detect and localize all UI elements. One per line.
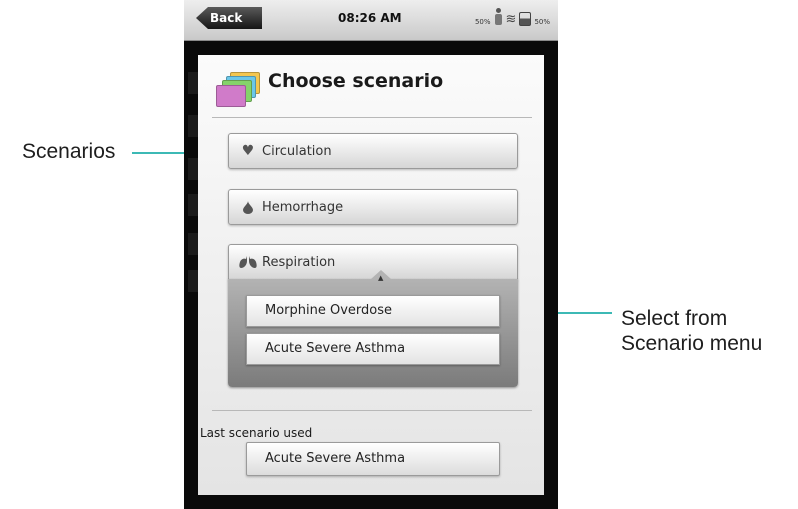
status-icons: 50% ≋ 50% (475, 8, 550, 26)
drop-icon (239, 200, 257, 214)
scenario-label: Respiration (262, 254, 336, 270)
scenario-label: Hemorrhage (262, 199, 344, 215)
submenu-item-acute-severe-asthma[interactable]: Acute Severe Asthma (246, 333, 500, 365)
last-scenario-button[interactable]: Acute Severe Asthma (246, 442, 500, 476)
dialog-title: Choose scenario (268, 70, 444, 92)
scenario-label: Circulation (262, 143, 332, 159)
title-divider (212, 117, 532, 118)
lungs-icon (239, 255, 257, 269)
callout-select-label: Select from Scenario menu (621, 307, 763, 355)
scenario-button-hemorrhage[interactable]: Hemorrhage (228, 189, 518, 225)
last-scenario-label: Last scenario used (200, 426, 313, 440)
respiration-submenu: ▲ Morphine Overdose Acute Severe Asthma (228, 270, 518, 387)
clock: 08:26 AM (338, 11, 402, 25)
wifi-icon: ≋ (505, 12, 517, 27)
person-icon (494, 8, 503, 26)
status-bar: Back 08:26 AM 50% ≋ 50% (184, 0, 558, 41)
footer-divider (212, 410, 532, 411)
device-screen: Back 08:26 AM 50% ≋ 50% Choose scenario … (184, 0, 558, 509)
heart-icon: ♥ (241, 143, 255, 159)
callout-scenarios-label: Scenarios (22, 140, 116, 163)
choose-scenario-dialog: Choose scenario ♥ Circulation Hemorrhage… (198, 55, 544, 495)
scenario-button-circulation[interactable]: ♥ Circulation (228, 133, 518, 169)
scenario-stack-icon (216, 72, 260, 107)
battery-icon (519, 12, 532, 26)
collapse-arrow-icon[interactable]: ▲ (378, 274, 383, 282)
submenu-item-morphine-overdose[interactable]: Morphine Overdose (246, 295, 500, 327)
right-percentage: 50% (534, 18, 550, 26)
left-percentage: 50% (474, 18, 491, 26)
back-button[interactable]: Back (196, 7, 262, 29)
